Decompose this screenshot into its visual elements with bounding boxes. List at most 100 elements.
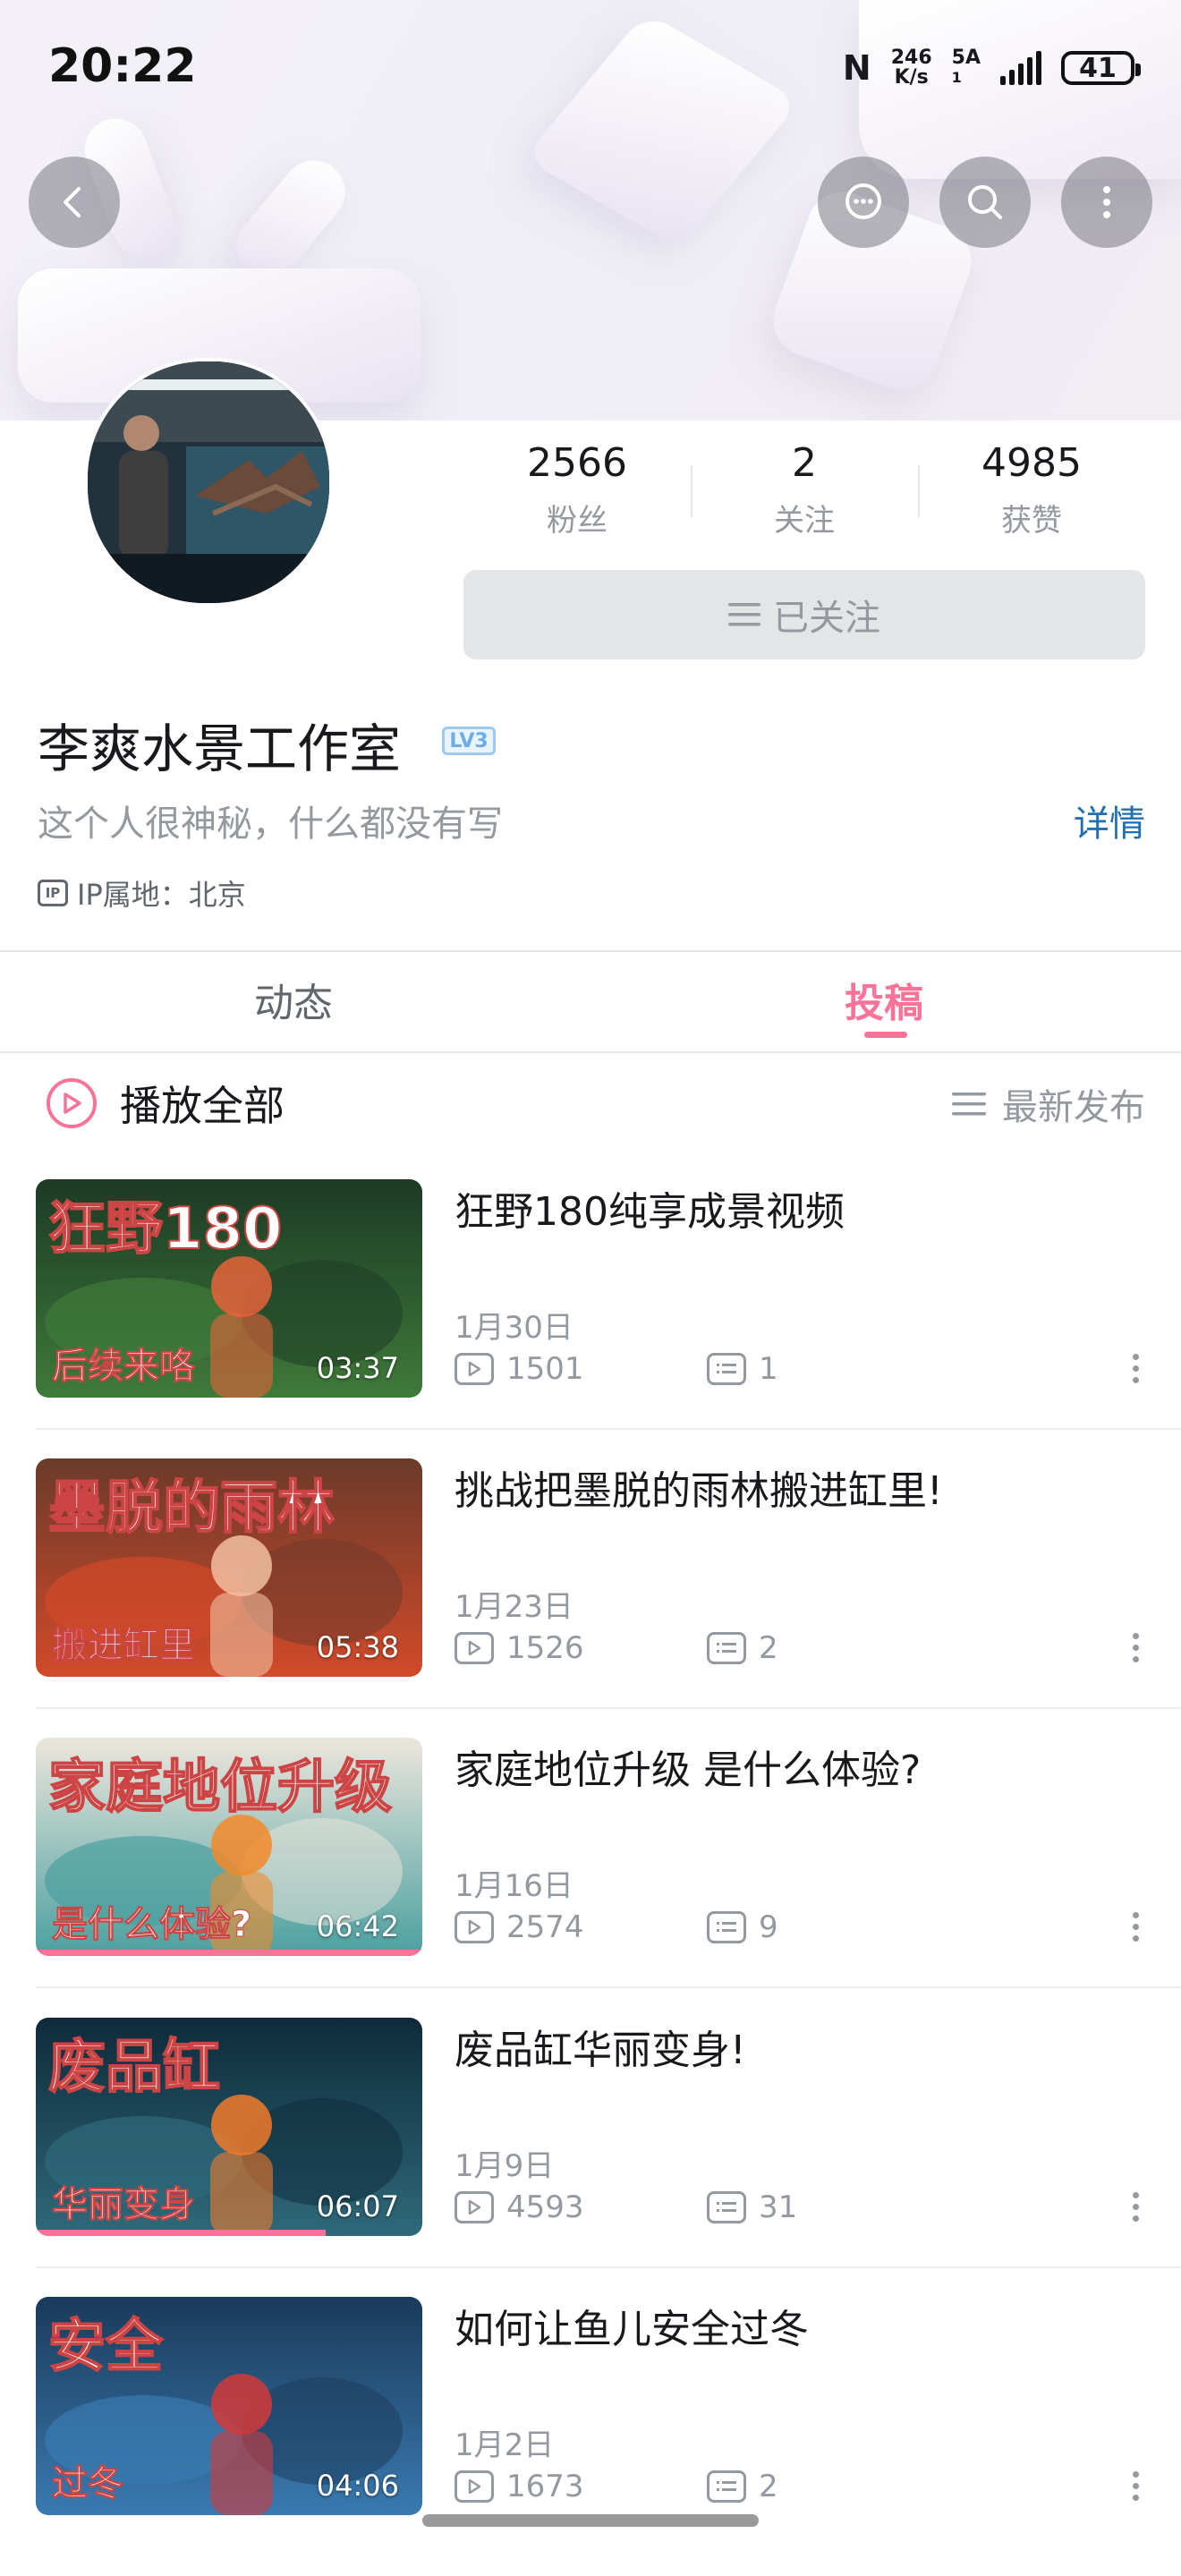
search-button[interactable] <box>939 157 1031 248</box>
video-item[interactable]: 废品缸 华丽变身 06:07 废品缸华丽变身! 1月9日 4593 31 <box>0 2018 1181 2297</box>
following-stat[interactable]: 2 关注 <box>691 438 918 546</box>
video-duration: 03:37 <box>316 1351 399 1385</box>
ip-location-text: IP属地：北京 <box>77 878 246 912</box>
sort-lines-icon <box>952 1092 986 1116</box>
detail-link[interactable]: 详情 <box>1074 795 1145 846</box>
level-badge: LV3 <box>442 727 496 755</box>
list-separator <box>36 2266 1181 2268</box>
video-duration: 05:38 <box>316 1630 399 1664</box>
status-bar: 20:22 N 246 K/s 5A 1 41 <box>0 0 1181 134</box>
play-count-icon <box>455 2191 494 2223</box>
avatar-photo <box>88 361 329 603</box>
nfc-icon: N <box>842 48 871 88</box>
sort-button[interactable]: 最新发布 <box>952 1078 1145 1130</box>
battery-icon: 41 <box>1061 51 1141 85</box>
back-arrow-icon <box>64 187 81 217</box>
video-thumbnail[interactable]: 废品缸 华丽变身 06:07 <box>36 2018 422 2236</box>
play-all-label: 播放全部 <box>120 1082 285 1130</box>
more-vertical-icon <box>1103 186 1110 218</box>
profile-stats: 2566 粉丝 2 关注 4985 获赞 <box>463 438 1145 546</box>
play-circle-icon <box>47 1078 97 1128</box>
profile-bio: 这个人很神秘，什么都没有写 <box>38 803 503 845</box>
thumbnail-title-text: 安全 <box>47 2313 164 2381</box>
ip-location: IP IP属地：北京 <box>38 872 246 914</box>
message-button[interactable] <box>818 157 909 248</box>
chat-bubble-icon <box>845 183 881 219</box>
sort-label: 最新发布 <box>1002 1087 1145 1128</box>
video-date: 1月16日 <box>455 1868 574 1904</box>
video-title: 狂野180纯享成景视频 <box>455 1189 845 1235</box>
video-meta: 1526 2 <box>455 1630 959 1666</box>
tab-dynamic[interactable]: 动态 <box>254 971 333 1028</box>
video-item[interactable]: 安全 过冬 04:06 如何让鱼儿安全过冬 1月2日 1673 2 <box>0 2297 1181 2576</box>
video-more-icon[interactable] <box>1133 2192 1140 2222</box>
followed-button[interactable]: 已关注 <box>463 570 1145 659</box>
divider <box>0 950 1181 952</box>
thumbnail-subtitle-text: 搬进缸里 <box>52 1625 196 1667</box>
comment-count-icon <box>707 1911 746 1943</box>
video-title: 如何让鱼儿安全过冬 <box>455 2307 809 2352</box>
comment-count-icon <box>707 1353 746 1385</box>
video-thumbnail[interactable]: 家庭地位升级 是什么体验? 06:42 <box>36 1738 422 1956</box>
play-count-icon <box>455 1911 494 1943</box>
video-date: 1月2日 <box>455 2427 555 2463</box>
menu-lines-icon <box>728 603 760 626</box>
watch-progress <box>36 1950 422 1956</box>
divider <box>0 1051 1181 1053</box>
tab-submissions[interactable]: 投稿 <box>845 971 923 1028</box>
play-all-button[interactable]: 播放全部 <box>47 1074 285 1133</box>
video-duration: 06:42 <box>316 1909 399 1943</box>
play-count: 1526 <box>506 1630 584 1666</box>
list-separator <box>36 1428 1181 1430</box>
avatar[interactable] <box>84 358 333 607</box>
video-meta: 1673 2 <box>455 2469 959 2504</box>
video-item[interactable]: 狂野180 后续来咯 03:37 狂野180纯享成景视频 1月30日 1501 … <box>0 1179 1181 1458</box>
back-button[interactable] <box>29 157 120 248</box>
profile-name: 李爽水景工作室 <box>38 718 402 779</box>
network-speed: 246 K/s <box>890 47 932 89</box>
video-more-icon[interactable] <box>1133 2471 1140 2501</box>
thumbnail-subtitle-text: 过冬 <box>52 2463 124 2505</box>
signal-icon <box>1000 51 1041 85</box>
more-button[interactable] <box>1061 157 1152 248</box>
video-item[interactable]: 墨脱的雨林 搬进缸里 05:38 挑战把墨脱的雨林搬进缸里! 1月23日 152… <box>0 1458 1181 1738</box>
search-icon <box>968 185 1002 219</box>
likes-stat[interactable]: 4985 获赞 <box>918 438 1145 546</box>
comment-count: 31 <box>759 2189 798 2225</box>
comment-count-icon <box>707 2191 746 2223</box>
video-title: 废品缸华丽变身! <box>455 2028 746 2073</box>
play-count-icon <box>455 2470 494 2503</box>
video-date: 1月23日 <box>455 1589 574 1625</box>
video-duration: 06:07 <box>316 2189 399 2223</box>
video-item[interactable]: 家庭地位升级 是什么体验? 06:42 家庭地位升级 是什么体验? 1月16日 … <box>0 1738 1181 2017</box>
video-title: 挑战把墨脱的雨林搬进缸里! <box>455 1468 943 1514</box>
fans-stat[interactable]: 2566 粉丝 <box>463 438 691 546</box>
comment-count-icon <box>707 2470 746 2503</box>
video-meta: 2574 9 <box>455 1909 959 1945</box>
video-more-icon[interactable] <box>1133 1633 1140 1662</box>
video-more-icon[interactable] <box>1133 1912 1140 1942</box>
tab-indicator <box>864 1032 907 1038</box>
home-indicator[interactable] <box>422 2514 759 2527</box>
video-thumbnail[interactable]: 安全 过冬 04:06 <box>36 2297 422 2515</box>
network-type: 5A 1 <box>951 47 981 87</box>
play-count: 1673 <box>506 2469 584 2504</box>
video-more-icon[interactable] <box>1133 1354 1140 1383</box>
comment-count: 1 <box>759 1351 778 1387</box>
play-count: 2574 <box>506 1909 584 1945</box>
video-thumbnail[interactable]: 狂野180 后续来咯 03:37 <box>36 1179 422 1398</box>
list-separator <box>36 1707 1181 1709</box>
comment-count: 2 <box>759 1630 778 1666</box>
video-date: 1月9日 <box>455 2148 555 2184</box>
video-date: 1月30日 <box>455 1310 574 1346</box>
thumbnail-subtitle-text: 华丽变身 <box>52 2184 196 2226</box>
play-count: 1501 <box>506 1351 584 1387</box>
thumbnail-title-text: 废品缸 <box>47 2034 221 2102</box>
play-count: 4593 <box>506 2189 584 2225</box>
followed-label: 已关注 <box>773 598 880 639</box>
list-separator <box>36 1986 1181 1988</box>
video-thumbnail[interactable]: 墨脱的雨林 搬进缸里 05:38 <box>36 1458 422 1677</box>
thumbnail-title-text: 墨脱的雨林 <box>47 1475 336 1543</box>
status-time: 20:22 <box>48 39 197 93</box>
watch-progress <box>36 2230 326 2236</box>
